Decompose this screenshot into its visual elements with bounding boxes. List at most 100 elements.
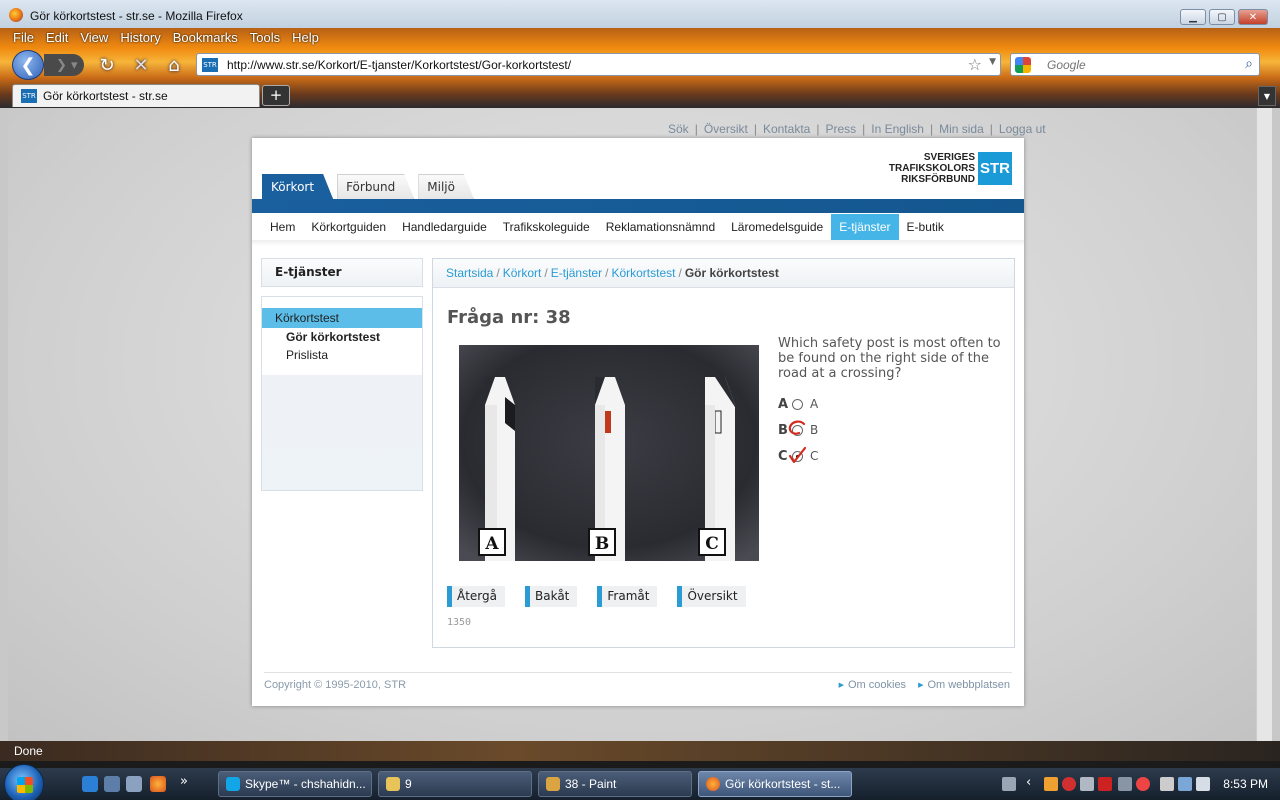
framat-button[interactable]: Framåt [597, 586, 658, 607]
list-all-tabs-button[interactable]: ▼ [1258, 86, 1276, 106]
window-title: Gör körkortstest - str.se - Mozilla Fire… [30, 9, 243, 23]
sidebar-item-gor-korkortstest[interactable]: Gör körkortstest [262, 328, 422, 346]
tab-favicon: STR [21, 89, 37, 103]
answer-option-a[interactable]: A A [778, 391, 818, 417]
system-tray: ‹ 8:53 PM [1000, 768, 1280, 800]
subnav-handledarguide[interactable]: Handledarguide [394, 214, 495, 240]
subnav-e-butik[interactable]: E-butik [899, 214, 952, 240]
answer-label: C [810, 449, 819, 463]
bakat-button[interactable]: Bakåt [525, 586, 578, 607]
atergaa-button[interactable]: Återgå [447, 586, 505, 607]
switch-windows-icon[interactable] [126, 776, 142, 792]
main-tabs: Körkort Förbund Miljö [262, 174, 474, 199]
menu-edit[interactable]: Edit [41, 28, 73, 48]
top-link-kontakta[interactable]: Kontakta [763, 122, 810, 136]
task-skype[interactable]: Skype™ - chshahidn... [218, 771, 372, 797]
maximize-button[interactable]: ▢ [1209, 9, 1235, 25]
breadcrumb-korkortstest[interactable]: Körkortstest [611, 266, 675, 280]
menu-file[interactable]: File [8, 28, 39, 48]
subnav-e-tjanster[interactable]: E-tjänster [831, 214, 899, 240]
site-container: SVERIGES TRAFIKSKOLORS RIKSFÖRBUND STR K… [252, 138, 1024, 706]
subnav-laromedelsguide[interactable]: Läromedelsguide [723, 214, 831, 240]
triangle-right-icon: ▶ [918, 682, 924, 689]
tab-korkort[interactable]: Körkort [262, 174, 333, 199]
footer-link-webbplatsen[interactable]: ▶ Om webbplatsen [918, 679, 1010, 691]
str-logo[interactable]: SVERIGES TRAFIKSKOLORS RIKSFÖRBUND STR [889, 152, 1012, 185]
reload-button[interactable]: ↻ [96, 54, 118, 76]
tab-forbund[interactable]: Förbund [337, 174, 414, 199]
stop-button[interactable]: ✕ [130, 54, 152, 76]
top-link-sok[interactable]: Sök [668, 122, 689, 136]
separator: | [929, 122, 934, 136]
new-tab-button[interactable]: + [262, 85, 290, 106]
device-icon[interactable] [1118, 777, 1132, 791]
tab-miljo[interactable]: Miljö [418, 174, 474, 199]
sidebar-item-prislista[interactable]: Prislista [262, 346, 422, 364]
firefox-launch-icon[interactable] [150, 776, 166, 792]
subnav-korkortguiden[interactable]: Körkortguiden [303, 214, 394, 240]
top-link-min-sida[interactable]: Min sida [939, 122, 984, 136]
url-dropdown-icon[interactable]: ▼ [989, 57, 996, 67]
subnav-hem[interactable]: Hem [262, 214, 303, 240]
menu-help[interactable]: Help [287, 28, 324, 48]
bookmark-star-icon[interactable]: ☆ [968, 55, 982, 74]
search-icon[interactable]: ⌕ [1245, 56, 1253, 72]
browser-tab-active[interactable]: STR Gör körkortstest - str.se [12, 84, 260, 107]
subnav-trafikskoleguide[interactable]: Trafikskoleguide [495, 214, 598, 240]
menu-tools[interactable]: Tools [245, 28, 285, 48]
safely-remove-icon[interactable] [1160, 777, 1174, 791]
image-label-a: A [478, 528, 506, 556]
tray-red-icon[interactable] [1136, 777, 1150, 791]
network-icon[interactable] [1178, 777, 1192, 791]
vertical-scrollbar[interactable] [1256, 108, 1272, 741]
home-button[interactable]: ⌂ [163, 54, 185, 76]
subnav-reklamationsnamnd[interactable]: Reklamationsnämnd [598, 214, 723, 240]
minimize-button[interactable]: ▁ [1180, 9, 1206, 25]
breadcrumb-startsida[interactable]: Startsida [446, 266, 493, 280]
tray-utility-icon[interactable] [1080, 777, 1094, 791]
sidebar-item-korkortstest[interactable]: Körkortstest [262, 308, 422, 328]
menu-bookmarks[interactable]: Bookmarks [168, 28, 243, 48]
logo-line-2: TRAFIKSKOLORS [888, 163, 975, 174]
footer-link-cookies[interactable]: ▶ Om cookies [839, 679, 906, 691]
search-input[interactable] [1047, 56, 1237, 73]
search-bar[interactable]: ⌕ [1010, 53, 1260, 76]
google-engine-icon[interactable] [1015, 57, 1031, 73]
url-input[interactable] [227, 56, 927, 73]
keyboard-icon[interactable] [1002, 777, 1016, 791]
logo-line-1: SVERIGES [923, 152, 975, 163]
answer-option-b[interactable]: B B [778, 417, 818, 443]
top-link-oversikt[interactable]: Översikt [704, 122, 748, 136]
internet-explorer-icon[interactable] [82, 776, 98, 792]
quicklaunch-overflow[interactable]: » [180, 774, 188, 789]
browser-chrome: Gör körkortstest - str.se - Mozilla Fire… [0, 0, 1280, 108]
oversikt-button[interactable]: Översikt [677, 586, 746, 607]
volume-icon[interactable] [1196, 777, 1210, 791]
top-link-english[interactable]: In English [871, 122, 924, 136]
breadcrumb-e-tjanster[interactable]: E-tjänster [551, 266, 602, 280]
menu-view[interactable]: View [75, 28, 113, 48]
window-controls: ▁ ▢ ✕ [1180, 9, 1268, 25]
task-firefox[interactable]: Gör körkortstest - st... [698, 771, 852, 797]
top-link-press[interactable]: Press [825, 122, 856, 136]
menu-history[interactable]: History [115, 28, 165, 48]
task-folder[interactable]: 9 [378, 771, 532, 797]
sub-navigation: Hem Körkortguiden Handledarguide Trafiks… [262, 214, 952, 240]
breadcrumb-korkort[interactable]: Körkort [503, 266, 542, 280]
forward-button[interactable]: ❯ ▾ [44, 54, 84, 76]
show-desktop-icon[interactable] [104, 776, 120, 792]
antivirus-icon[interactable] [1062, 777, 1076, 791]
close-button[interactable]: ✕ [1238, 9, 1268, 25]
start-button[interactable] [4, 764, 44, 800]
back-button[interactable]: ❮ [12, 50, 44, 80]
tray-expand-icon[interactable]: ‹ [1026, 775, 1031, 790]
address-bar[interactable]: STR ☆ ▼ [196, 53, 1001, 76]
answer-option-c[interactable]: C C [778, 443, 818, 469]
separator: | [989, 122, 993, 136]
tray-app-icon[interactable] [1044, 777, 1058, 791]
tray-warning-icon[interactable] [1098, 777, 1112, 791]
top-link-logga-ut[interactable]: Logga ut [999, 122, 1046, 136]
task-paint[interactable]: 38 - Paint [538, 771, 692, 797]
arrow-left-icon: ❮ [20, 54, 36, 76]
answer-radio-a[interactable] [792, 398, 803, 410]
